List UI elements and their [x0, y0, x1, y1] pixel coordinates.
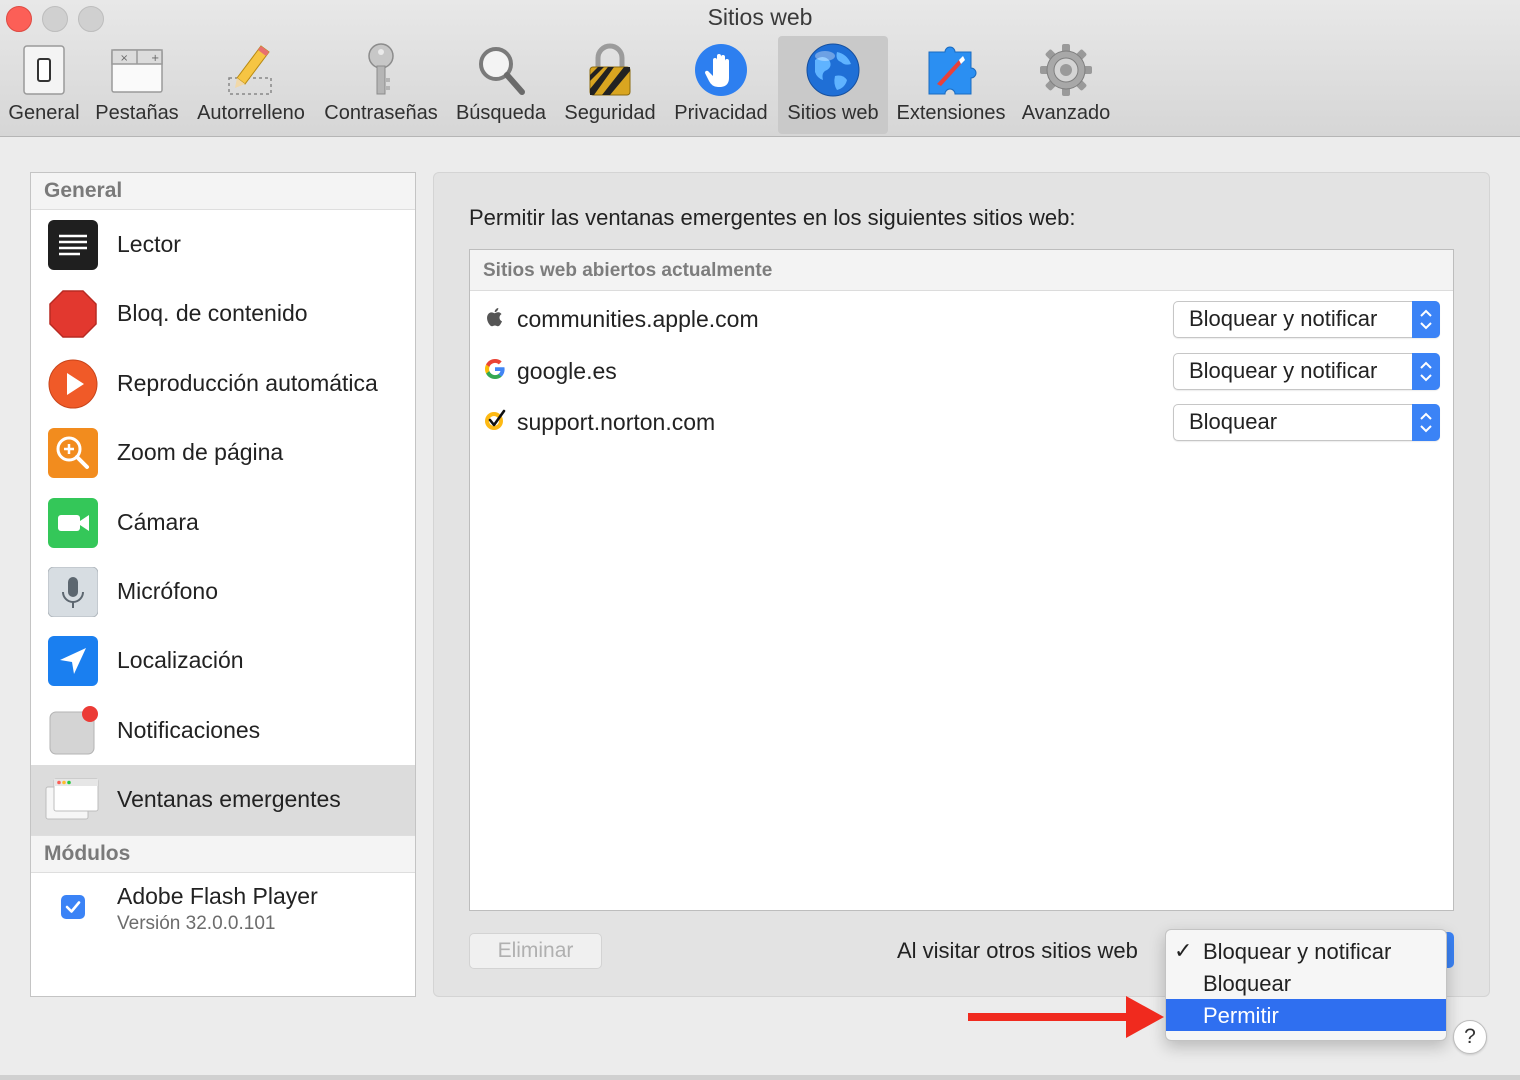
menu-item-block-and-notify[interactable]: ✓ Bloquear y notificar — [1166, 935, 1446, 967]
magnifier-icon — [479, 47, 525, 95]
gear-icon — [1040, 44, 1092, 96]
select-stepper[interactable] — [1412, 301, 1440, 338]
popup-settings-panel: Permitir las ventanas emergentes en los … — [433, 172, 1490, 997]
window-title: Sitios web — [707, 4, 813, 30]
sidebar-item-content-blockers[interactable]: Bloq. de contenido — [31, 279, 415, 348]
other-sites-dropdown-menu: ✓ Bloquear y notificar Bloquear Permitir — [1165, 929, 1447, 1041]
site-domain: communities.apple.com — [517, 306, 759, 332]
zoom-icon — [48, 428, 98, 479]
other-sites-label: Al visitar otros sitios web — [897, 938, 1138, 963]
norton-check-icon — [485, 409, 506, 430]
select-stepper[interactable] — [1412, 352, 1440, 390]
svg-text:+: + — [151, 53, 159, 64]
help-button[interactable]: ? — [1453, 1020, 1487, 1054]
table-row[interactable]: communities.apple.com Bloquear y notific… — [470, 291, 1453, 343]
checkmark-icon — [65, 900, 81, 913]
sidebar-item-microphone[interactable]: Micrófono — [31, 557, 415, 626]
google-logo-icon — [485, 358, 505, 379]
select-stepper[interactable] — [1412, 404, 1440, 441]
sidebar-item-reader[interactable]: Lector — [31, 210, 415, 279]
flash-player-checkbox[interactable] — [61, 894, 85, 919]
reader-icon — [48, 220, 98, 270]
chevron-updown-icon — [1420, 412, 1432, 433]
chevron-updown-icon — [1420, 361, 1432, 381]
key-icon — [368, 43, 394, 95]
menu-item-allow[interactable]: Permitir — [1166, 999, 1446, 1031]
remove-button[interactable]: Eliminar — [469, 933, 602, 969]
location-arrow-icon — [48, 636, 98, 687]
site-domain: support.norton.com — [517, 409, 716, 435]
padlock-icon — [589, 43, 631, 96]
sidebar-item-popup-windows[interactable]: Ventanas emergentes — [31, 765, 415, 835]
chevron-updown-icon — [1420, 309, 1432, 330]
module-name: Adobe Flash Player — [117, 882, 318, 909]
notification-icon — [49, 705, 98, 755]
menu-item-block[interactable]: Bloquear — [1166, 967, 1446, 999]
table-row[interactable]: support.norton.com Bloquear — [470, 394, 1453, 446]
camera-icon — [48, 497, 98, 548]
table-header: Sitios web abiertos actualmente — [470, 250, 1453, 291]
globe-icon — [806, 43, 860, 97]
sidebar-item-page-zoom[interactable]: Zoom de página — [31, 418, 415, 487]
table-row[interactable]: google.es Bloquear y notificar — [470, 343, 1453, 395]
sidebar-item-notifications[interactable]: Notificaciones — [31, 696, 415, 765]
popup-window-icon — [45, 778, 99, 820]
module-version: Versión 32.0.0.101 — [117, 912, 276, 934]
open-websites-table: Sitios web abiertos actualmente communit… — [469, 249, 1454, 911]
panel-heading: Permitir las ventanas emergentes en los … — [469, 205, 1076, 230]
site-setting-select[interactable]: Bloquear y notificar — [1173, 352, 1440, 390]
module-flash-player: Adobe Flash Player Versión 32.0.0.101 — [31, 873, 415, 953]
stop-sign-icon — [49, 290, 97, 339]
checkmark-icon: ✓ — [1174, 938, 1193, 963]
toolbar-tabs-button[interactable]: × + Pestañas — [90, 36, 184, 134]
toolbar-autofill-button[interactable]: Autorrelleno — [190, 36, 312, 134]
sidebar-modules-header: Módulos — [31, 834, 415, 873]
pencil-icon — [228, 45, 272, 95]
toolbar-security-button[interactable]: Seguridad — [558, 36, 662, 134]
toolbar-general-button[interactable]: General — [4, 36, 84, 134]
sidebar-general-header: General — [31, 173, 415, 210]
hand-icon — [695, 44, 747, 96]
site-domain: google.es — [517, 357, 617, 384]
general-switch-icon — [23, 45, 65, 95]
sidebar-item-autoplay[interactable]: Reproducción automática — [31, 349, 415, 418]
play-icon — [48, 359, 98, 409]
annotation-arrow-icon — [968, 996, 1164, 1038]
sidebar: General Lector Bloq. de contenido Reprod… — [30, 172, 416, 997]
toolbar: Sitios web General × + Pestañas Autorrel… — [0, 0, 1520, 137]
apple-logo-icon — [487, 308, 502, 327]
svg-text:×: × — [120, 53, 128, 64]
toolbar-extensions-button[interactable]: Extensiones — [892, 36, 1010, 134]
sidebar-item-location[interactable]: Localización — [31, 626, 415, 695]
tabs-icon: × + — [111, 49, 163, 93]
window-bottom-edge — [0, 1075, 1520, 1080]
toolbar-websites-button[interactable]: Sitios web — [778, 36, 888, 134]
toolbar-search-button[interactable]: Búsqueda — [450, 36, 552, 134]
puzzle-icon — [928, 46, 977, 95]
toolbar-passwords-button[interactable]: Contraseñas — [318, 36, 444, 134]
site-setting-select[interactable]: Bloquear — [1173, 404, 1440, 441]
sidebar-item-camera[interactable]: Cámara — [31, 488, 415, 557]
toolbar-privacy-button[interactable]: Privacidad — [668, 36, 774, 134]
microphone-icon — [48, 566, 98, 617]
toolbar-advanced-button[interactable]: Avanzado — [1016, 36, 1116, 134]
site-setting-select[interactable]: Bloquear y notificar — [1173, 301, 1440, 338]
